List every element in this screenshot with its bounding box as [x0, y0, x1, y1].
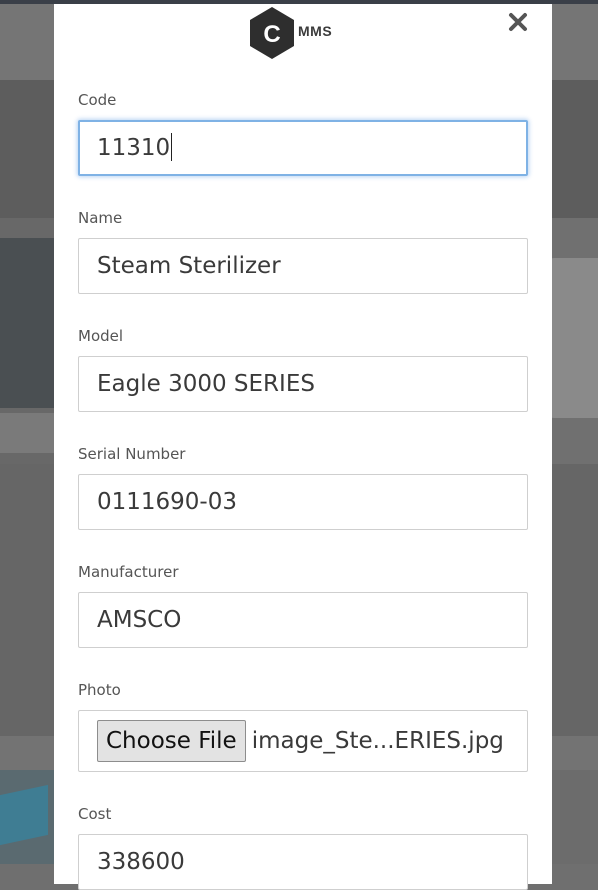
- name-input[interactable]: Steam Sterilizer: [78, 238, 528, 294]
- cost-label: Cost: [78, 805, 112, 823]
- code-field: Code 11310: [78, 90, 528, 176]
- background-product-photo-right: [548, 218, 598, 464]
- photo-file-input[interactable]: Choose File image_Ste...ERIES.jpg: [78, 710, 528, 772]
- logo-letter: C: [263, 21, 280, 48]
- text-caret: [171, 132, 173, 161]
- model-input[interactable]: Eagle 3000 SERIES: [78, 356, 528, 412]
- background-product-photo-bottom-left: [0, 770, 60, 864]
- logo-text: MMS: [298, 23, 333, 39]
- logo-hexagon-icon: C: [250, 7, 294, 59]
- name-field: Name Steam Sterilizer: [78, 208, 528, 294]
- code-value: 11310: [97, 135, 171, 161]
- manufacturer-input[interactable]: AMSCO: [78, 592, 528, 648]
- serial-number-field: Serial Number 0111690-03: [78, 444, 528, 530]
- manufacturer-label: Manufacturer: [78, 563, 179, 581]
- background-product-photo-left: [0, 218, 60, 464]
- serial-number-label: Serial Number: [78, 445, 186, 463]
- selected-file-name: image_Ste...ERIES.jpg: [251, 728, 504, 754]
- close-x-icon: [509, 13, 527, 31]
- background-product-photo-bottom-right: [548, 770, 598, 864]
- close-button[interactable]: [506, 10, 530, 34]
- model-label: Model: [78, 327, 124, 345]
- photo-label: Photo: [78, 681, 121, 699]
- model-field: Model Eagle 3000 SERIES: [78, 326, 528, 412]
- cmms-logo: C MMS: [248, 6, 348, 62]
- background-device-base: [0, 413, 60, 453]
- background-device-screen: [0, 238, 60, 408]
- choose-file-button[interactable]: Choose File: [97, 720, 246, 762]
- serial-number-input[interactable]: 0111690-03: [78, 474, 528, 530]
- cost-input[interactable]: 338600: [78, 834, 528, 890]
- name-label: Name: [78, 209, 123, 227]
- background-device: [0, 784, 48, 846]
- modal-header: C MMS: [54, 4, 552, 74]
- equipment-form-modal: C MMS Code 11310 Name Steam Sterilizer M…: [54, 4, 552, 890]
- photo-field: Photo Choose File image_Ste...ERIES.jpg: [78, 680, 528, 772]
- manufacturer-field: Manufacturer AMSCO: [78, 562, 528, 648]
- cost-field: Cost 338600: [78, 804, 528, 890]
- background-machine: [548, 258, 598, 418]
- code-input[interactable]: 11310: [78, 120, 528, 176]
- code-label: Code: [78, 91, 117, 109]
